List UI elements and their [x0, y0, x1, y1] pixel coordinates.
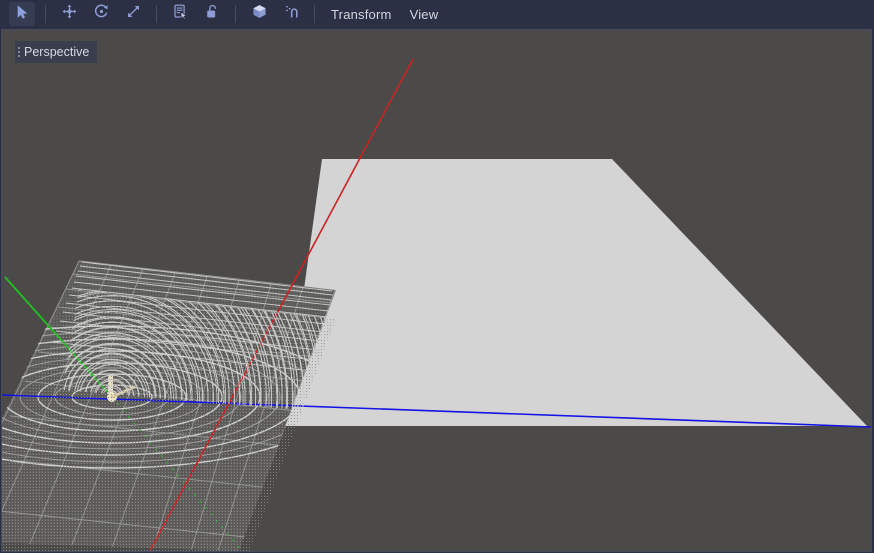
vertical-dots-grabber-icon[interactable]	[18, 47, 20, 57]
toolbar-separator-4	[314, 5, 315, 23]
scene-3d-render	[2, 30, 871, 551]
move-arrows-icon	[61, 3, 78, 25]
list-select-tool[interactable]	[167, 2, 193, 26]
perspective-label-text: Perspective	[24, 45, 89, 59]
viewport-frame[interactable]: Perspective	[1, 29, 872, 552]
lock-tool[interactable]	[199, 2, 225, 26]
toolbar-separator-1	[45, 5, 46, 23]
cube-local-space-icon	[251, 3, 268, 25]
rotate-tool[interactable]	[88, 2, 114, 26]
view-menu[interactable]: View	[401, 4, 448, 25]
cursor-arrow-icon	[14, 4, 30, 25]
editor-3d-window: Transform View	[0, 0, 874, 553]
select-tool[interactable]	[9, 2, 35, 26]
snap-magnet-icon	[283, 3, 300, 25]
list-select-icon	[172, 3, 189, 25]
viewport-3d-canvas[interactable]: Perspective	[2, 30, 871, 551]
unlock-icon	[204, 3, 221, 25]
transform-menu[interactable]: Transform	[322, 4, 401, 25]
perspective-label[interactable]: Perspective	[15, 41, 97, 63]
viewport-toolbar: Transform View	[0, 0, 874, 28]
scale-tool[interactable]	[120, 2, 146, 26]
large-quad-mesh	[285, 159, 867, 426]
toolbar-separator-3	[235, 5, 236, 23]
move-tool[interactable]	[56, 2, 82, 26]
local-space-tool[interactable]	[246, 2, 272, 26]
toolbar-separator-2	[156, 5, 157, 23]
snap-tool[interactable]	[278, 2, 304, 26]
rotate-icon	[93, 3, 110, 25]
scale-diagonal-icon	[125, 3, 142, 25]
